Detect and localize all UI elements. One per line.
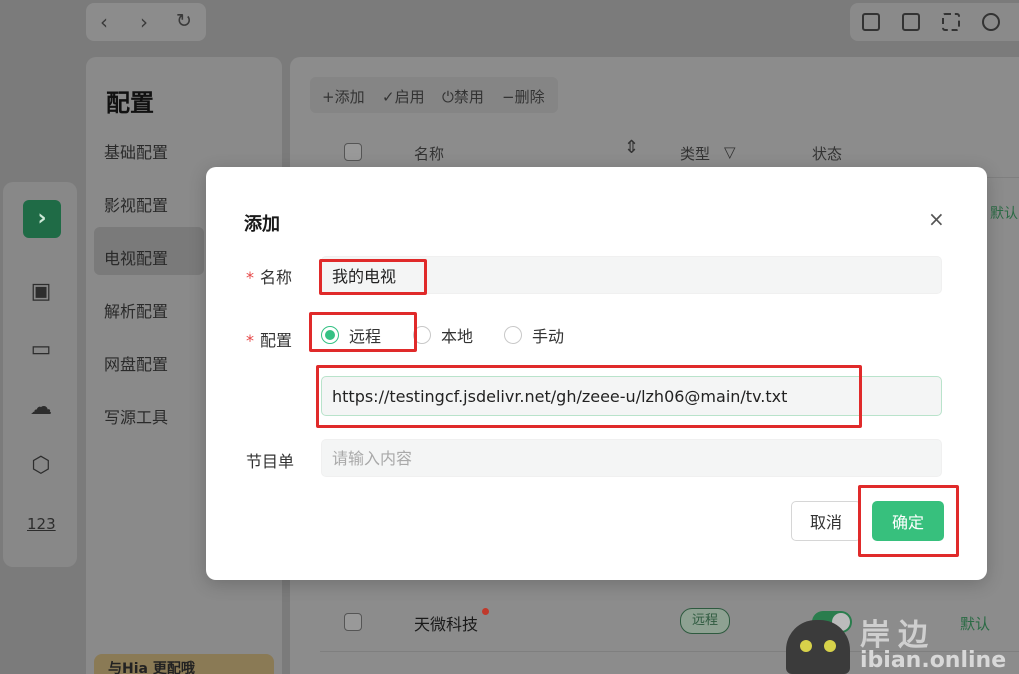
left-rail: › ▣ ▭ ☁ ⬡ 123: [3, 182, 77, 567]
config-item-tv[interactable]: 电视配置: [104, 245, 168, 269]
sort-icon[interactable]: ⇕: [624, 137, 639, 158]
cancel-button[interactable]: 取消: [791, 501, 861, 541]
radio-manual[interactable]: 手动: [504, 324, 564, 346]
row-checkbox[interactable]: [344, 613, 362, 631]
clock-icon[interactable]: [982, 13, 1000, 31]
camera-icon[interactable]: [902, 13, 920, 31]
radio-local[interactable]: 本地: [413, 324, 473, 346]
config-item-basic[interactable]: 基础配置: [104, 139, 168, 163]
watermark-url: ibian.online: [860, 648, 1007, 673]
config-item-vod[interactable]: 影视配置: [104, 192, 168, 216]
confirm-button[interactable]: 确定: [872, 501, 944, 541]
program-input[interactable]: [321, 439, 942, 477]
radio-dot: [413, 326, 431, 344]
name-label-text: 名称: [260, 268, 293, 287]
radio-dot-selected: [321, 326, 339, 344]
film-icon[interactable]: ▣: [27, 280, 55, 304]
column-header-name[interactable]: 名称: [414, 143, 444, 164]
radio-remote[interactable]: 远程: [321, 324, 381, 346]
delete-button[interactable]: −删除: [502, 86, 545, 107]
disable-button[interactable]: ⏻禁用: [442, 86, 484, 107]
required-mark: *: [246, 331, 254, 350]
watermark-cat-icon: [786, 620, 850, 674]
radio-label-remote: 远程: [349, 327, 382, 346]
radio-label-local: 本地: [441, 327, 474, 346]
browser-nav: ‹ › ↻: [86, 3, 206, 41]
cloud-icon[interactable]: ☁: [27, 396, 55, 420]
promo-label: 与Hia 更配哦: [108, 661, 195, 674]
filter-icon[interactable]: ▽: [724, 143, 736, 161]
row-update-dot: [482, 608, 489, 615]
required-mark: *: [246, 268, 254, 287]
name-input[interactable]: [321, 256, 942, 294]
row-default-action[interactable]: 默认: [960, 613, 990, 634]
add-button[interactable]: +添加: [322, 86, 365, 107]
url-input[interactable]: [321, 376, 942, 416]
top-toolbar: [850, 3, 1019, 41]
forward-icon[interactable]: ›: [140, 10, 148, 34]
config-title: 配置: [106, 89, 154, 117]
close-icon[interactable]: ×: [928, 207, 945, 231]
app-logo-icon[interactable]: ›: [23, 200, 61, 238]
number-icon[interactable]: 123: [27, 512, 56, 536]
column-header-type[interactable]: 类型: [680, 143, 710, 164]
enable-button[interactable]: ✓启用: [382, 86, 425, 107]
config-item-parse[interactable]: 解析配置: [104, 298, 168, 322]
row-type-tag: 远程: [680, 608, 730, 634]
program-label: 节目单: [246, 452, 295, 471]
cat-eye: [824, 640, 836, 652]
refresh-icon[interactable]: ↻: [176, 10, 192, 32]
store-icon[interactable]: [862, 13, 880, 31]
config-label: * 配置: [246, 327, 292, 351]
name-label: * 名称: [246, 264, 292, 288]
back-icon[interactable]: ‹: [100, 10, 108, 34]
config-item-source-tool[interactable]: 写源工具: [104, 404, 168, 428]
column-header-status: 状态: [812, 145, 843, 163]
promo-banner[interactable]: 与Hia 更配哦: [94, 654, 274, 674]
table-toolbar: +添加 ✓启用 ⏻禁用 −删除: [310, 77, 558, 113]
config-item-drive[interactable]: 网盘配置: [104, 351, 168, 375]
row-default-link[interactable]: 默认: [990, 203, 1018, 223]
radio-label-manual: 手动: [532, 327, 565, 346]
select-all-checkbox[interactable]: [344, 143, 362, 161]
dialog-title: 添加: [244, 214, 280, 235]
add-dialog: 添加 × * 名称 * 配置 远程 本地 手动 节目单 取消 确定: [206, 167, 987, 580]
cat-eye: [800, 640, 812, 652]
qr-icon[interactable]: [942, 13, 960, 31]
row-name: 天微科技: [414, 615, 479, 634]
tv-icon[interactable]: ▭: [27, 338, 55, 362]
config-label-text: 配置: [260, 331, 293, 350]
cube-icon[interactable]: ⬡: [27, 454, 55, 478]
radio-dot: [504, 326, 522, 344]
